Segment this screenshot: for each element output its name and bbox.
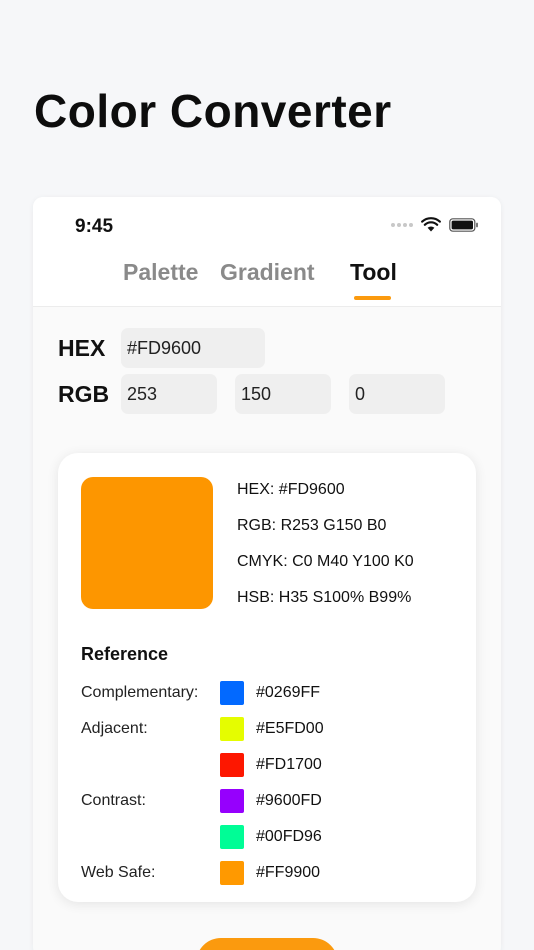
- contrast-swatch-2[interactable]: [220, 825, 244, 849]
- page-title: Color Converter: [34, 85, 392, 137]
- web-safe-label: Web Safe:: [81, 864, 156, 881]
- battery-icon: [449, 217, 478, 232]
- hex-input[interactable]: [121, 328, 265, 368]
- contrast-swatch-1[interactable]: [220, 789, 244, 813]
- web-safe-swatch[interactable]: [220, 861, 244, 885]
- complementary-label: Complementary:: [81, 684, 199, 701]
- hex-label: HEX: [58, 335, 106, 361]
- wifi-icon: [421, 217, 441, 232]
- active-tab-indicator: [354, 296, 391, 300]
- app-screen: 9:45 Palette Gradient Tool HEX RGB: [33, 197, 501, 950]
- contrast-label: Contrast:: [81, 792, 146, 809]
- tab-palette[interactable]: Palette: [123, 259, 198, 286]
- red-input[interactable]: [121, 374, 217, 414]
- adjacent-swatch-2[interactable]: [220, 753, 244, 777]
- complementary-hex[interactable]: #0269FF: [256, 684, 320, 702]
- cmyk-result: CMYK: C0 M40 Y100 K0: [237, 553, 414, 570]
- tab-bar: Palette Gradient Tool: [33, 247, 501, 307]
- adjacent-hex-1[interactable]: #E5FD00: [256, 720, 324, 738]
- action-button[interactable]: [196, 938, 338, 950]
- status-icons: [391, 217, 479, 232]
- rgb-result: RGB: R253 G150 B0: [237, 517, 387, 534]
- result-card: HEX: #FD9600 RGB: R253 G150 B0 CMYK: C0 …: [58, 453, 476, 902]
- web-safe-hex[interactable]: #FF9900: [256, 864, 320, 882]
- adjacent-hex-2[interactable]: #FD1700: [256, 756, 322, 774]
- tab-gradient[interactable]: Gradient: [220, 259, 315, 286]
- blue-input[interactable]: [349, 374, 445, 414]
- status-time: 9:45: [75, 216, 114, 237]
- hsb-result: HSB: H35 S100% B99%: [237, 589, 412, 606]
- color-preview: [81, 477, 213, 609]
- contrast-hex-1[interactable]: #9600FD: [256, 792, 322, 810]
- adjacent-label: Adjacent:: [81, 720, 148, 737]
- status-bar: 9:45: [33, 197, 501, 247]
- contrast-hex-2[interactable]: #00FD96: [256, 828, 322, 846]
- signal-icon: [391, 222, 413, 227]
- complementary-swatch[interactable]: [220, 681, 244, 705]
- hex-result: HEX: #FD9600: [237, 481, 345, 498]
- rgb-label: RGB: [58, 381, 110, 407]
- adjacent-swatch-1[interactable]: [220, 717, 244, 741]
- green-input[interactable]: [235, 374, 331, 414]
- tab-tool[interactable]: Tool: [350, 259, 397, 286]
- reference-title: Reference: [81, 644, 169, 664]
